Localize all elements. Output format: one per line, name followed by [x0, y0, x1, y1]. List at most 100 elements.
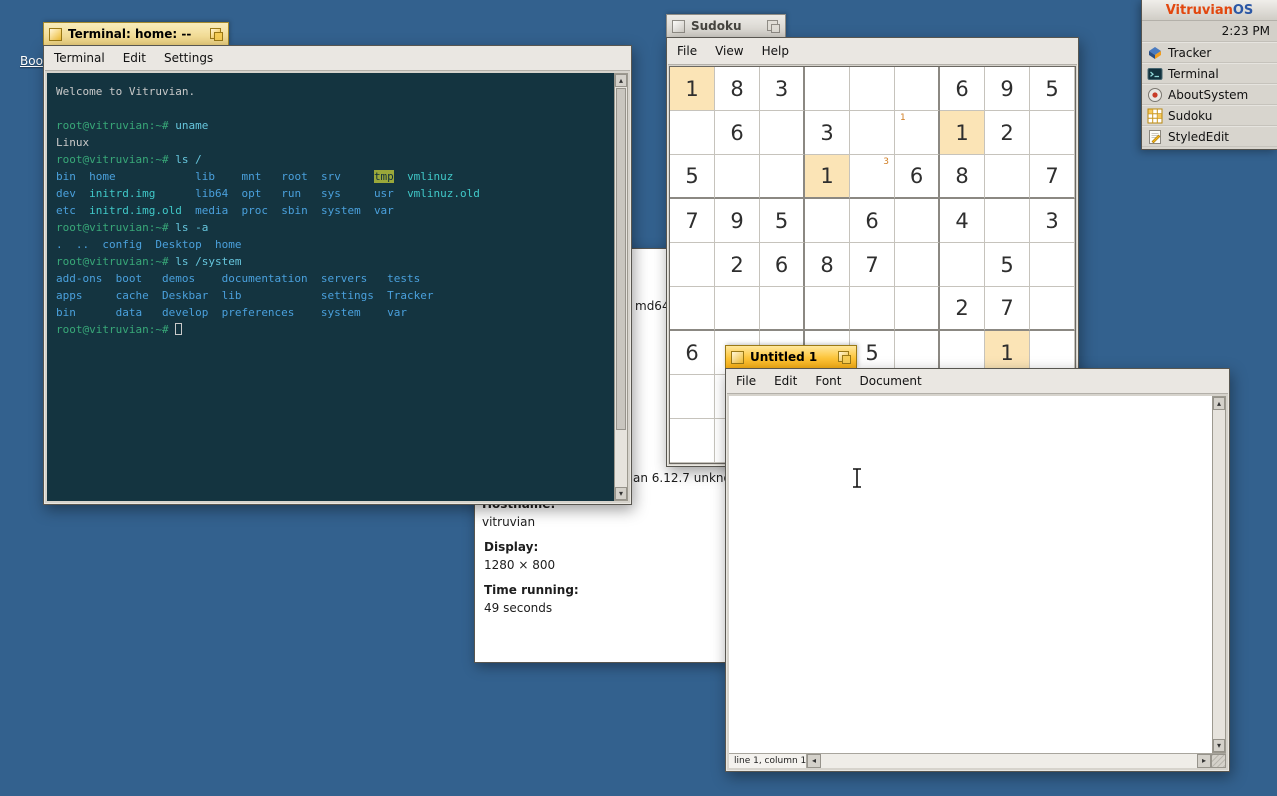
- sudoku-cell-r3c9[interactable]: 7: [1030, 155, 1075, 199]
- menu-item-help[interactable]: Help: [753, 40, 798, 63]
- sudoku-cell-r2c4[interactable]: 3: [805, 111, 850, 155]
- terminal-output[interactable]: Welcome to Vitruvian. root@vitruvian:~# …: [47, 73, 614, 501]
- deskbar-item-stylededit[interactable]: StyledEdit: [1142, 126, 1277, 147]
- sudoku-cell-r4c8[interactable]: [985, 199, 1030, 243]
- sudoku-cell-r5c8[interactable]: 5: [985, 243, 1030, 287]
- sudoku-cell-r5c3[interactable]: 6: [760, 243, 805, 287]
- deskbar-menu[interactable]: VitruvianOS: [1142, 0, 1277, 21]
- sudoku-cell-r6c4[interactable]: [805, 287, 850, 331]
- stylededit-window-frame: FileEditFontDocument ▴ ▾ line 1, column …: [725, 368, 1230, 772]
- sudoku-cell-r6c6[interactable]: [895, 287, 940, 331]
- menu-item-font[interactable]: Font: [806, 370, 850, 393]
- sudoku-cell-r5c9[interactable]: [1030, 243, 1075, 287]
- sudoku-cell-r4c9[interactable]: 3: [1030, 199, 1075, 243]
- sudoku-cell-r1c4[interactable]: [805, 67, 850, 111]
- sudoku-cell-r5c5[interactable]: 7: [850, 243, 895, 287]
- zoom-button[interactable]: [838, 351, 851, 364]
- sudoku-cell-r3c2[interactable]: [715, 155, 760, 199]
- sudoku-cell-r3c3[interactable]: [760, 155, 805, 199]
- sudoku-cell-r1c6[interactable]: [895, 67, 940, 111]
- sudoku-cell-r6c3[interactable]: [760, 287, 805, 331]
- stylededit-horizontal-scrollbar[interactable]: [821, 754, 1197, 768]
- stylededit-vertical-scrollbar[interactable]: ▴ ▾: [1212, 396, 1226, 753]
- sudoku-cell-r6c8[interactable]: 7: [985, 287, 1030, 331]
- sudoku-cell-r8c1[interactable]: [670, 375, 715, 419]
- window-resize-grip[interactable]: [1211, 754, 1226, 768]
- text-editor-area[interactable]: [729, 396, 1212, 753]
- close-button[interactable]: [49, 28, 62, 41]
- sudoku-cell-r1c8[interactable]: 9: [985, 67, 1030, 111]
- deskbar-item-aboutsystem[interactable]: AboutSystem: [1142, 84, 1277, 105]
- terminal-line: . .. config Desktop home: [56, 236, 614, 253]
- scroll-up-arrow-icon[interactable]: ▴: [1213, 397, 1225, 410]
- sudoku-cell-r2c7[interactable]: 1: [940, 111, 985, 155]
- menu-item-file[interactable]: File: [668, 40, 706, 63]
- scroll-down-arrow-icon[interactable]: ▾: [615, 487, 627, 500]
- sudoku-cell-r2c6[interactable]: 1: [895, 111, 940, 155]
- sudoku-cell-r4c6[interactable]: [895, 199, 940, 243]
- menu-item-file[interactable]: File: [727, 370, 765, 393]
- sudoku-window-tab[interactable]: Sudoku: [666, 14, 786, 37]
- sudoku-cell-r5c6[interactable]: [895, 243, 940, 287]
- zoom-button[interactable]: [210, 28, 223, 41]
- menu-item-settings[interactable]: Settings: [155, 47, 222, 70]
- scroll-down-arrow-icon[interactable]: ▾: [1213, 739, 1225, 752]
- sudoku-cell-r6c2[interactable]: [715, 287, 760, 331]
- sudoku-cell-r6c1[interactable]: [670, 287, 715, 331]
- deskbar-item-terminal[interactable]: Terminal: [1142, 63, 1277, 84]
- sudoku-cell-r3c8[interactable]: [985, 155, 1030, 199]
- sudoku-cell-r1c5[interactable]: [850, 67, 895, 111]
- terminal-vertical-scrollbar[interactable]: ▴ ▾: [614, 73, 628, 501]
- sudoku-cell-r2c8[interactable]: 2: [985, 111, 1030, 155]
- close-button[interactable]: [672, 20, 685, 33]
- deskbar: VitruvianOS 2:23 PM TrackerTerminalAbout…: [1141, 0, 1277, 150]
- terminal-window-tab[interactable]: Terminal: home: --: [43, 22, 229, 45]
- sudoku-cell-r1c7[interactable]: 6: [940, 67, 985, 111]
- sudoku-cell-r2c5[interactable]: [850, 111, 895, 155]
- scroll-right-arrow-icon[interactable]: ▸: [1197, 754, 1211, 768]
- sudoku-cell-r9c1[interactable]: [670, 419, 715, 463]
- sudoku-cell-r7c1[interactable]: 6: [670, 331, 715, 375]
- sudoku-cell-r5c1[interactable]: [670, 243, 715, 287]
- sudoku-cell-r5c4[interactable]: 8: [805, 243, 850, 287]
- sudoku-cell-r1c2[interactable]: 8: [715, 67, 760, 111]
- sudoku-cell-r3c6[interactable]: 6: [895, 155, 940, 199]
- sudoku-cell-r4c4[interactable]: [805, 199, 850, 243]
- sudoku-cell-r6c7[interactable]: 2: [940, 287, 985, 331]
- zoom-button[interactable]: [767, 20, 780, 33]
- sudoku-cell-r5c7[interactable]: [940, 243, 985, 287]
- sudoku-cell-r5c2[interactable]: 2: [715, 243, 760, 287]
- close-button[interactable]: [731, 351, 744, 364]
- sudoku-cell-r3c5[interactable]: 3: [850, 155, 895, 199]
- sudoku-cell-r1c9[interactable]: 5: [1030, 67, 1075, 111]
- sudoku-cell-r6c5[interactable]: [850, 287, 895, 331]
- scroll-up-arrow-icon[interactable]: ▴: [615, 74, 627, 87]
- sudoku-cell-r2c9[interactable]: [1030, 111, 1075, 155]
- deskbar-item-tracker[interactable]: Tracker: [1142, 42, 1277, 63]
- scroll-left-arrow-icon[interactable]: ◂: [807, 754, 821, 768]
- scrollbar-thumb[interactable]: [616, 88, 626, 430]
- deskbar-item-sudoku[interactable]: Sudoku: [1142, 105, 1277, 126]
- sudoku-cell-r4c7[interactable]: 4: [940, 199, 985, 243]
- stylededit-window-tab[interactable]: Untitled 1: [725, 345, 857, 368]
- menu-item-edit[interactable]: Edit: [765, 370, 806, 393]
- sudoku-cell-r2c2[interactable]: 6: [715, 111, 760, 155]
- sudoku-cell-r2c1[interactable]: [670, 111, 715, 155]
- desktop-icon-label[interactable]: Boo: [20, 54, 43, 68]
- menu-item-view[interactable]: View: [706, 40, 752, 63]
- menu-item-document[interactable]: Document: [850, 370, 930, 393]
- sudoku-cell-r4c2[interactable]: 9: [715, 199, 760, 243]
- sudoku-cell-r4c5[interactable]: 6: [850, 199, 895, 243]
- sudoku-cell-r2c3[interactable]: [760, 111, 805, 155]
- sudoku-cell-r6c9[interactable]: [1030, 287, 1075, 331]
- sudoku-cell-r4c1[interactable]: 7: [670, 199, 715, 243]
- sudoku-cell-r4c3[interactable]: 5: [760, 199, 805, 243]
- sudoku-cell-r3c7[interactable]: 8: [940, 155, 985, 199]
- menu-item-edit[interactable]: Edit: [114, 47, 155, 70]
- sudoku-cell-r3c4[interactable]: 1: [805, 155, 850, 199]
- deskbar-clock[interactable]: 2:23 PM: [1142, 21, 1277, 42]
- sudoku-cell-r3c1[interactable]: 5: [670, 155, 715, 199]
- menu-item-terminal[interactable]: Terminal: [45, 47, 114, 70]
- sudoku-cell-r1c1[interactable]: 1: [670, 67, 715, 111]
- sudoku-cell-r1c3[interactable]: 3: [760, 67, 805, 111]
